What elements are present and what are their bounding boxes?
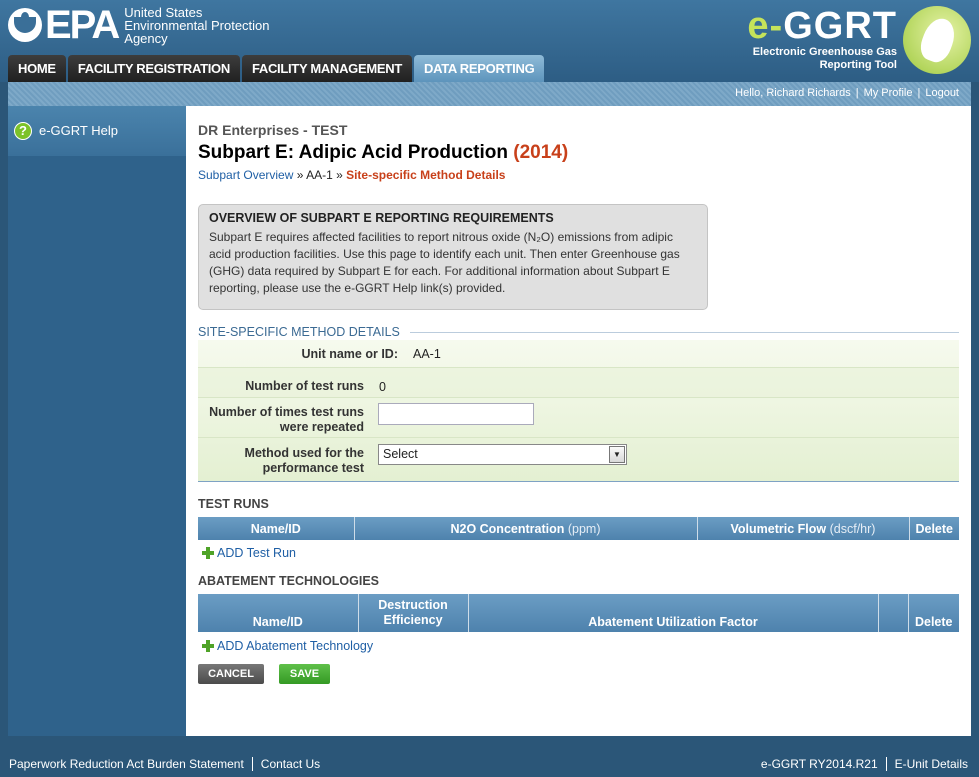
eggrt-subtitle-1: Electronic Greenhouse Gas	[752, 46, 897, 58]
site-header: EPA United States Environmental Protecti…	[0, 0, 979, 83]
logout-link[interactable]: Logout	[925, 87, 959, 99]
main-nav: HOME FACILITY REGISTRATION FACILITY MANA…	[8, 55, 546, 83]
abatement-heading: ABATEMENT TECHNOLOGIES	[198, 574, 380, 588]
agency-line-3: Agency	[124, 30, 168, 46]
reporting-year: (2014)	[513, 142, 569, 163]
help-icon: ?	[14, 122, 32, 140]
add-test-run-label: ADD Test Run	[217, 546, 296, 560]
method-select[interactable]: Select ▼	[378, 444, 627, 465]
overview-text: Subpart E requires affected facilities t…	[209, 230, 680, 295]
test-runs-table: Name/ID N2O Concentration (ppm) Volumetr…	[198, 517, 959, 540]
eggrt-title: e-GGRT	[747, 5, 897, 47]
unit-name-value: AA-1	[413, 347, 441, 361]
footer: Paperwork Reduction Act Burden Statement…	[0, 736, 979, 777]
add-test-run-link[interactable]: ADD Test Run	[202, 546, 296, 560]
main-content: DR Enterprises - TEST Subpart E: Adipic …	[186, 106, 971, 736]
company-name: DR Enterprises - TEST	[198, 122, 348, 138]
col-abatement-name-id: Name/ID	[198, 594, 359, 632]
overview-heading: OVERVIEW OF SUBPART E REPORTING REQUIREM…	[209, 211, 554, 225]
form-row-repeated: Number of times test runs were repeated	[198, 398, 959, 438]
repeated-label: Number of times test runs were repeated	[209, 405, 364, 434]
eggrt-subtitle-2: Reporting Tool	[819, 59, 897, 71]
tab-facility-registration[interactable]: FACILITY REGISTRATION	[67, 55, 240, 83]
sidebar-item-label: e-GGRT Help	[39, 123, 118, 138]
breadcrumb-subpart-overview[interactable]: Subpart Overview	[198, 168, 293, 182]
unit-name-label: Unit name or ID:	[301, 347, 398, 361]
tab-home[interactable]: HOME	[8, 55, 66, 83]
sidebar-item-help[interactable]: ? e-GGRT Help	[8, 106, 186, 156]
agency-line-2: Environmental Protection	[124, 17, 270, 33]
save-button[interactable]: SAVE	[279, 664, 330, 684]
overview-box: OVERVIEW OF SUBPART E REPORTING REQUIREM…	[198, 204, 708, 310]
col-delete: Delete	[909, 517, 959, 540]
tab-facility-management[interactable]: FACILITY MANAGEMENT	[241, 55, 412, 83]
epa-logo[interactable]: EPA United States Environmental Protecti…	[8, 5, 270, 45]
add-icon	[202, 640, 214, 652]
epa-flower-icon	[8, 8, 42, 42]
breadcrumb-separator: »	[293, 168, 307, 182]
separator: |	[917, 87, 921, 99]
user-greeting-link[interactable]: Hello, Richard Richards	[735, 87, 851, 99]
paperwork-link[interactable]: Paperwork Reduction Act Burden Statement	[9, 757, 244, 771]
col-abatement-utilization-factor: Abatement Utilization Factor	[468, 594, 879, 632]
contact-us-link[interactable]: Contact Us	[261, 757, 320, 771]
eggrt-logo: e-GGRT Electronic Greenhouse Gas Reporti…	[747, 6, 971, 74]
epa-wordmark: EPA	[45, 3, 120, 47]
my-profile-link[interactable]: My Profile	[864, 87, 913, 99]
breadcrumb-unit: AA-1	[306, 168, 333, 182]
page-title-text: Subpart E: Adipic Acid Production	[198, 142, 508, 163]
add-icon	[202, 547, 214, 559]
user-bar: Hello, Richard Richards | My Profile | Logou…	[8, 82, 971, 106]
agency-line-1: United States	[124, 4, 203, 20]
col-abatement-delete: Delete	[908, 594, 959, 632]
page-title: Subpart E: Adipic Acid Production (2014)	[198, 142, 568, 164]
tab-data-reporting[interactable]: DATA REPORTING	[414, 55, 545, 83]
version-text: e-GGRT RY2014.R21	[760, 757, 878, 771]
add-abatement-link[interactable]: ADD Abatement Technology	[202, 639, 373, 653]
form-row-unit: Unit name or ID: AA-1	[198, 340, 959, 368]
footer-separator	[885, 757, 887, 771]
separator: |	[855, 87, 859, 99]
cancel-button[interactable]: CANCEL	[198, 664, 264, 684]
breadcrumb: Subpart Overview » AA-1 » Site-specific …	[198, 168, 505, 182]
col-n2o-concentration: N2O Concentration (ppm)	[354, 517, 698, 540]
col-blank	[878, 594, 909, 632]
egret-bird-icon	[903, 6, 971, 74]
col-name-id: Name/ID	[198, 517, 355, 540]
eunit-details-link[interactable]: E-Unit Details	[895, 757, 968, 771]
test-runs-value: 0	[379, 380, 386, 394]
method-section-heading: SITE-SPECIFIC METHOD DETAILS	[198, 325, 959, 339]
breadcrumb-separator: »	[332, 168, 347, 182]
method-label: Method used for the performance test	[244, 446, 364, 475]
breadcrumb-current: Site-specific Method Details	[346, 168, 506, 182]
form-row-runs: Number of test runs 0	[198, 368, 959, 398]
sidebar: ? e-GGRT Help	[8, 106, 186, 736]
method-form: Unit name or ID: AA-1 Number of test run…	[198, 340, 959, 482]
col-destruction-efficiency: Destruction Efficiency	[358, 594, 469, 632]
add-abatement-label: ADD Abatement Technology	[217, 639, 374, 653]
form-row-method: Method used for the performance test Sel…	[198, 438, 959, 482]
abatement-table: Name/ID Destruction Efficiency Abatement …	[198, 594, 959, 632]
test-runs-heading: TEST RUNS	[198, 497, 269, 511]
agency-name: United States Environmental Protection A…	[124, 6, 269, 45]
method-select-value: Select	[383, 447, 418, 461]
col-volumetric-flow: Volumetric Flow (dscf/hr)	[697, 517, 910, 540]
repeated-input[interactable]	[378, 403, 534, 425]
test-runs-label: Number of test runs	[245, 379, 364, 393]
footer-separator	[251, 757, 253, 771]
dropdown-arrow-icon[interactable]: ▼	[609, 446, 625, 463]
